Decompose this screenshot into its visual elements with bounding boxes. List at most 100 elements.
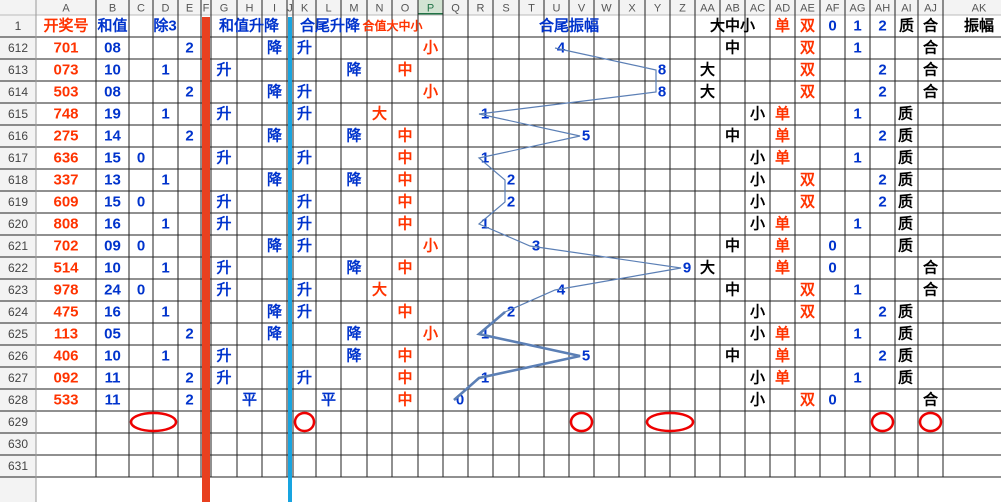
dzx-value: 中 bbox=[725, 347, 740, 365]
parity-value: 单 bbox=[775, 149, 790, 167]
draw-number: 275 bbox=[53, 128, 78, 145]
column-header-aa[interactable]: AA bbox=[700, 3, 715, 15]
column-header-r[interactable]: R bbox=[477, 3, 485, 15]
column-header-a[interactable]: A bbox=[62, 3, 70, 15]
amplitude-value: 9 bbox=[683, 260, 691, 277]
column-header-d[interactable]: D bbox=[162, 3, 170, 15]
draw-number: 748 bbox=[53, 106, 78, 123]
mod3-value: 2 bbox=[185, 392, 193, 409]
header-cell: 2 bbox=[878, 18, 886, 35]
prime-composite: 合 bbox=[922, 61, 939, 79]
remainder-value: 1 bbox=[853, 216, 861, 233]
column-letter: AF bbox=[825, 3, 839, 15]
column-header-o[interactable]: O bbox=[401, 3, 410, 15]
column-header-c[interactable]: C bbox=[137, 3, 145, 15]
size-value: 中 bbox=[397, 149, 412, 167]
sum-trend: 降 bbox=[267, 303, 283, 321]
column-header-x[interactable]: X bbox=[628, 3, 636, 15]
column-header-j[interactable]: J bbox=[287, 3, 293, 15]
column-header-ag[interactable]: AG bbox=[850, 3, 866, 15]
column-header-u[interactable]: U bbox=[553, 3, 561, 15]
column-header-m[interactable]: M bbox=[349, 3, 358, 15]
sum-trend: 升 bbox=[216, 282, 231, 299]
row-number: 627 bbox=[8, 371, 28, 385]
column-letter: B bbox=[109, 3, 116, 15]
size-value: 小 bbox=[423, 238, 438, 255]
red-circle-annotation bbox=[918, 411, 943, 433]
column-header-ab[interactable]: AB bbox=[725, 3, 740, 15]
prime-composite: 质 bbox=[898, 171, 913, 189]
amplitude-value: 2 bbox=[507, 172, 515, 189]
header-cell: 双 bbox=[800, 18, 815, 35]
mod3-value: 1 bbox=[161, 62, 169, 79]
parity-value: 单 bbox=[775, 325, 790, 343]
column-header-ak[interactable]: AK bbox=[972, 3, 987, 15]
header-cell: 0 bbox=[828, 18, 836, 35]
parity-value: 双 bbox=[800, 392, 815, 409]
column-header-w[interactable]: W bbox=[601, 3, 612, 15]
column-header-i[interactable]: I bbox=[273, 3, 276, 15]
mod3-value: 2 bbox=[185, 128, 193, 145]
header-cell: 合 bbox=[922, 17, 939, 35]
column-header-ad[interactable]: AD bbox=[775, 3, 790, 15]
column-header-ah[interactable]: AH bbox=[875, 3, 890, 15]
red-circle-annotation bbox=[569, 411, 594, 433]
column-header-aj[interactable]: AJ bbox=[924, 3, 937, 15]
tail-trend: 平 bbox=[321, 392, 336, 409]
row-number: 625 bbox=[8, 327, 28, 341]
sum-value: 10 bbox=[104, 348, 121, 365]
tail-trend: 升 bbox=[297, 40, 312, 57]
column-letter: F bbox=[203, 3, 210, 15]
tail-trend: 降 bbox=[346, 61, 362, 79]
tail-trend: 降 bbox=[346, 325, 362, 343]
column-header-b[interactable]: B bbox=[109, 3, 116, 15]
amplitude-value: 8 bbox=[658, 84, 666, 101]
column-header-af[interactable]: AF bbox=[825, 3, 839, 15]
size-value: 中 bbox=[397, 171, 412, 189]
size-value: 中 bbox=[397, 127, 412, 145]
tail-trend: 升 bbox=[297, 304, 312, 321]
column-header-ai[interactable]: AI bbox=[901, 3, 911, 15]
column-header-ac[interactable]: AC bbox=[750, 3, 765, 15]
dzx-value: 小 bbox=[750, 304, 765, 321]
column-letter: I bbox=[273, 3, 276, 15]
column-header-s[interactable]: S bbox=[502, 3, 509, 15]
tail-trend: 升 bbox=[297, 370, 312, 387]
size-value: 小 bbox=[423, 40, 438, 57]
column-letter: U bbox=[553, 3, 561, 15]
column-letter: R bbox=[477, 3, 485, 15]
tail-trend: 降 bbox=[346, 171, 362, 189]
column-header-f[interactable]: F bbox=[203, 3, 210, 15]
column-header-l[interactable]: L bbox=[325, 3, 331, 15]
sum-trend: 降 bbox=[267, 39, 283, 57]
size-value: 中 bbox=[397, 215, 412, 233]
row-number: 613 bbox=[8, 63, 28, 77]
column-header-ae[interactable]: AE bbox=[800, 3, 815, 15]
column-header-v[interactable]: V bbox=[578, 3, 586, 15]
sum-value: 11 bbox=[105, 392, 121, 409]
column-header-k[interactable]: K bbox=[301, 3, 309, 15]
column-header-e[interactable]: E bbox=[186, 3, 193, 15]
column-header-n[interactable]: N bbox=[376, 3, 384, 15]
column-header-t[interactable]: T bbox=[528, 3, 535, 15]
sum-trend: 升 bbox=[216, 348, 231, 365]
sum-trend: 升 bbox=[216, 106, 231, 123]
row-number: 624 bbox=[8, 305, 28, 319]
column-letter: J bbox=[287, 3, 293, 15]
column-header-q[interactable]: Q bbox=[451, 3, 460, 15]
sum-trend: 升 bbox=[216, 194, 231, 211]
dzx-value: 小 bbox=[750, 326, 765, 343]
column-header-h[interactable]: H bbox=[246, 3, 254, 15]
draw-number: 406 bbox=[53, 348, 78, 365]
sum-trend: 升 bbox=[216, 216, 231, 233]
sum-value: 15 bbox=[104, 150, 121, 167]
column-header-g[interactable]: G bbox=[220, 3, 229, 15]
column-header-y[interactable]: Y bbox=[654, 3, 662, 15]
column-letter: S bbox=[502, 3, 509, 15]
column-header-p[interactable]: P bbox=[427, 3, 434, 15]
remainder-value: 2 bbox=[878, 84, 886, 101]
column-header-z[interactable]: Z bbox=[679, 3, 686, 15]
row-number: 619 bbox=[8, 195, 28, 209]
sum-trend: 降 bbox=[267, 171, 283, 189]
tail-trend: 降 bbox=[346, 347, 362, 365]
